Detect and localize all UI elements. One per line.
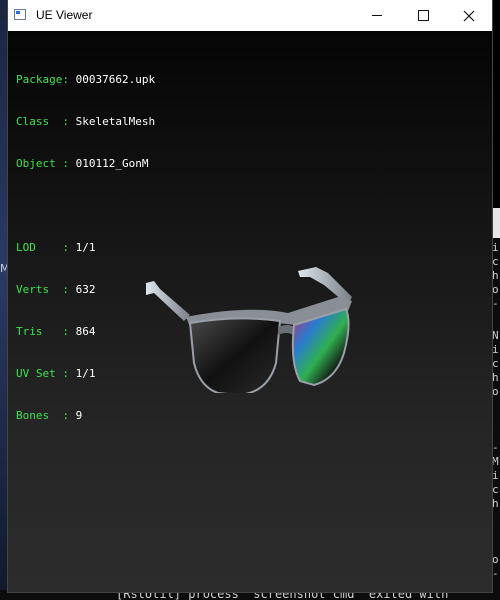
window-title: UE Viewer — [36, 8, 93, 22]
console-char: i — [492, 343, 499, 356]
info-label: Package: — [16, 73, 69, 86]
console-char: M — [492, 455, 499, 468]
console-char: i — [492, 469, 499, 482]
console-char: - — [492, 567, 499, 580]
app-window-icon — [14, 9, 26, 20]
console-char: N — [492, 329, 499, 342]
console-char: - — [492, 441, 499, 454]
console-char: h — [492, 497, 499, 510]
ue-viewer-window: UE Viewer Package: 00037662.upk Class : … — [8, 0, 492, 592]
uvset-value: 1/1 — [75, 367, 96, 380]
verts-value: 632 — [75, 283, 96, 296]
sunglasses-mesh-render — [146, 267, 352, 393]
object-value: 010112_GonM — [75, 157, 149, 170]
close-button[interactable] — [446, 0, 492, 31]
console-char: o — [492, 553, 499, 566]
maximize-button[interactable] — [400, 0, 446, 31]
console-char: c — [492, 483, 499, 496]
info-label: Tris : — [16, 325, 69, 338]
info-label: LOD : — [16, 241, 69, 254]
maximize-icon — [417, 10, 429, 21]
console-char: o — [492, 385, 499, 398]
3d-viewport[interactable]: Package: 00037662.upk Class : SkeletalMe… — [8, 31, 492, 592]
console-char: c — [492, 357, 499, 370]
console-char: c — [492, 255, 499, 268]
info-label: Class : — [16, 115, 69, 128]
close-icon — [463, 10, 475, 21]
desktop-background — [0, 0, 8, 600]
console-char: i — [492, 241, 499, 254]
console-char: h — [492, 371, 499, 384]
console-char: - — [492, 297, 499, 310]
info-label: Verts : — [16, 283, 69, 296]
lod-value: 1/1 — [75, 241, 96, 254]
console-scroll-thumb[interactable] — [491, 208, 500, 238]
title-bar[interactable]: UE Viewer — [8, 0, 492, 31]
info-label: Object : — [16, 157, 69, 170]
info-label: UV Set : — [16, 367, 69, 380]
package-value: 00037662.upk — [75, 73, 156, 86]
info-label: Bones : — [16, 409, 69, 422]
minimize-icon — [372, 15, 382, 16]
class-value: SkeletalMesh — [75, 115, 156, 128]
bones-value: 9 — [75, 409, 83, 422]
tris-value: 864 — [75, 325, 96, 338]
console-char: h — [492, 269, 499, 282]
background-console-window: i c h o - N i c h o - M i c h o - — [491, 208, 500, 600]
mesh-info-overlay: Package: 00037662.upk Class : SkeletalMe… — [16, 45, 155, 451]
console-char: o — [492, 283, 499, 296]
minimize-button[interactable] — [354, 0, 400, 31]
